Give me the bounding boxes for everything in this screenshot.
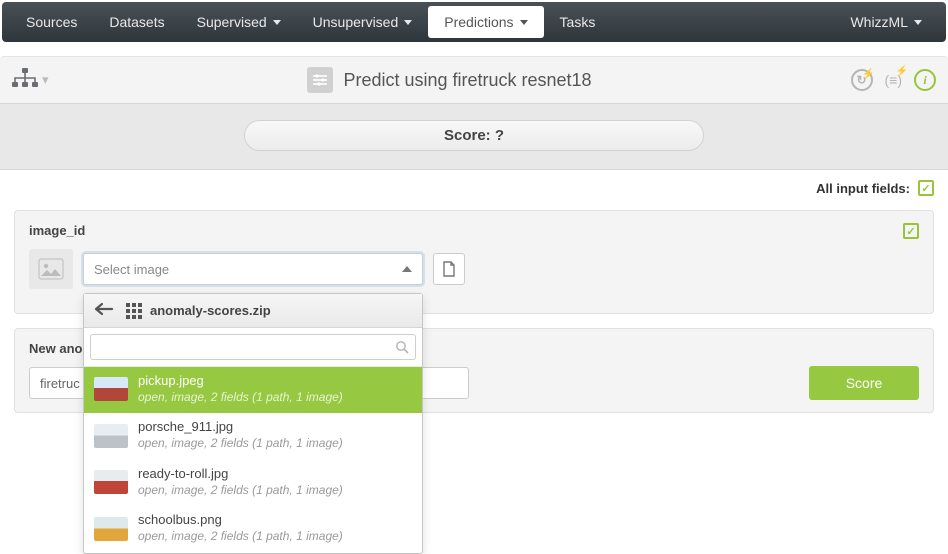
image-select[interactable]: Select image	[83, 253, 423, 285]
field-check-icon[interactable]: ✓	[903, 223, 919, 239]
dropdown-item-name: porsche_911.jpg	[138, 419, 343, 436]
dropdown-item[interactable]: porsche_911.jpg open, image, 2 fields (1…	[84, 413, 422, 459]
dropdown-item-thumb	[94, 424, 128, 448]
score-value: Score: ?	[244, 120, 704, 151]
all-input-fields-row: All input fields: ✓	[0, 170, 948, 204]
image-field-card: image_id ✓ Select image anomaly-	[14, 210, 934, 314]
nav-unsupervised[interactable]: Unsupervised	[297, 6, 429, 38]
nav-whizzml[interactable]: WhizzML	[834, 6, 938, 38]
dropdown-item-meta: open, image, 2 fields (1 path, 1 image)	[138, 390, 343, 406]
nav-tasks[interactable]: Tasks	[544, 6, 612, 38]
lightning-icon: ⚡	[896, 66, 908, 77]
triangle-up-icon	[402, 266, 412, 272]
dropdown-item-name: schoolbus.png	[138, 512, 343, 529]
dropdown-item-meta: open, image, 2 fields (1 path, 1 image)	[138, 483, 343, 499]
dropdown-search-input[interactable]	[97, 336, 395, 358]
all-input-fields-label: All input fields:	[816, 181, 910, 196]
dropdown-item-thumb	[94, 470, 128, 494]
dropdown-item[interactable]: pickup.jpeg open, image, 2 fields (1 pat…	[84, 367, 422, 413]
dropdown-item-meta: open, image, 2 fields (1 path, 1 image)	[138, 436, 343, 452]
dropdown-back-button[interactable]	[94, 302, 114, 319]
dropdown-list: pickup.jpeg open, image, 2 fields (1 pat…	[84, 367, 422, 553]
lightning-icon: ⚡	[862, 69, 874, 80]
upload-file-button[interactable]	[433, 253, 465, 285]
field-label: image_id	[29, 223, 85, 238]
dropdown-item[interactable]: ready-to-roll.jpg open, image, 2 fields …	[84, 460, 422, 506]
dropdown-item-thumb	[94, 517, 128, 541]
info-icon[interactable]: i	[914, 69, 936, 91]
image-select-dropdown: anomaly-scores.zip pickup.jpeg open, ima…	[83, 293, 423, 554]
caret-down-icon	[520, 20, 528, 25]
caret-down-icon	[404, 20, 412, 25]
sliders-icon	[307, 67, 333, 93]
score-button[interactable]: Score	[809, 366, 919, 400]
dropdown-item-name: ready-to-roll.jpg	[138, 466, 343, 483]
top-navbar: Sources Datasets Supervised Unsupervised…	[2, 2, 946, 42]
dropdown-source-name: anomaly-scores.zip	[150, 303, 271, 318]
image-placeholder-icon	[29, 249, 73, 289]
dropdown-item-name: pickup.jpeg	[138, 373, 343, 390]
search-icon	[395, 340, 409, 354]
dropdown-header: anomaly-scores.zip	[84, 294, 422, 328]
dropdown-search	[84, 328, 422, 367]
score-banner: Score: ?	[0, 104, 948, 170]
refresh-action-icon[interactable]: ↻⚡	[851, 69, 873, 91]
dropdown-item-thumb	[94, 377, 128, 401]
title-bar: ▾ Predict using firetruck resnet18 ↻⚡ (≡…	[0, 56, 948, 104]
image-select-placeholder: Select image	[94, 262, 169, 277]
dropdown-item-meta: open, image, 2 fields (1 path, 1 image)	[138, 529, 343, 545]
source-grid-icon	[126, 303, 142, 319]
page-title: Predict using firetruck resnet18	[343, 70, 591, 91]
script-action-icon[interactable]: (≡)⚡	[885, 72, 903, 88]
check-icon[interactable]: ✓	[918, 180, 934, 196]
nav-supervised[interactable]: Supervised	[181, 6, 297, 38]
caret-down-icon	[273, 20, 281, 25]
caret-down-icon	[914, 20, 922, 25]
dropdown-item[interactable]: schoolbus.png open, image, 2 fields (1 p…	[84, 506, 422, 552]
network-icon[interactable]	[12, 68, 40, 92]
nav-datasets[interactable]: Datasets	[93, 6, 180, 38]
nav-predictions[interactable]: Predictions	[428, 6, 543, 38]
nav-sources[interactable]: Sources	[10, 6, 93, 38]
